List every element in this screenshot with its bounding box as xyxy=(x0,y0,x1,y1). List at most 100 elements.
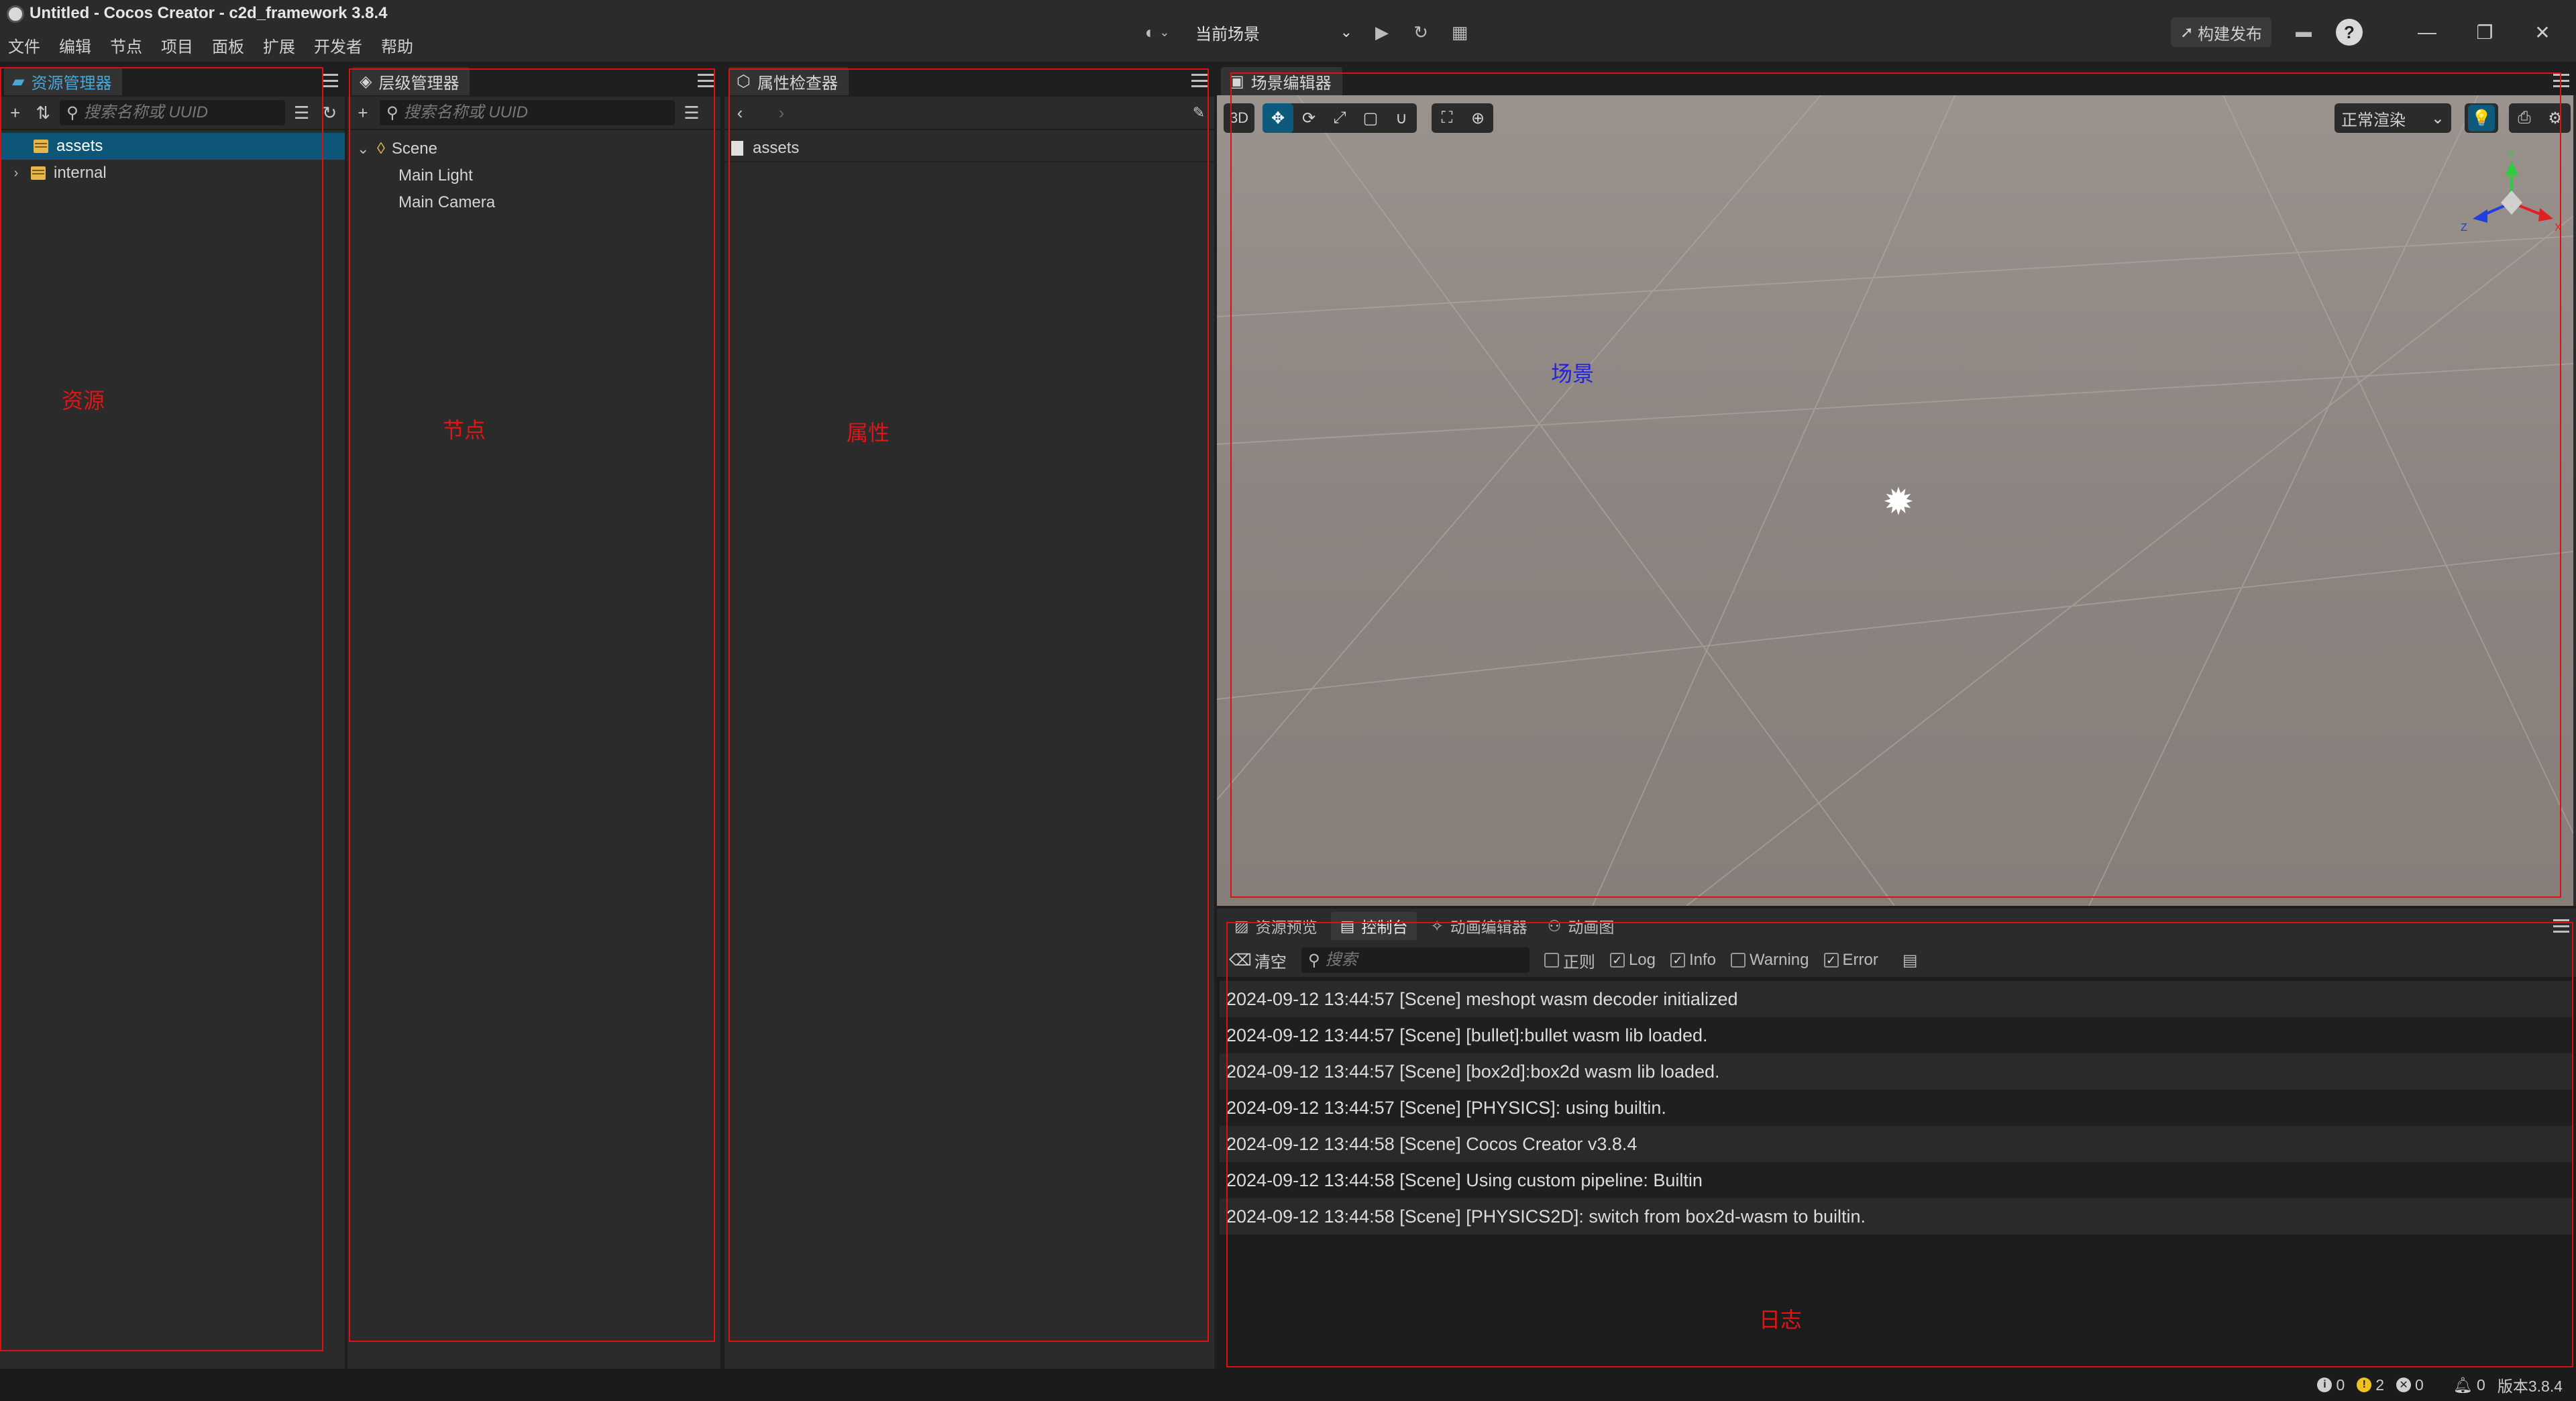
menu-file[interactable]: 文件 xyxy=(8,34,40,57)
status-version[interactable]: 版本3.8.4 xyxy=(2498,1373,2563,1396)
cube-icon: ⬡ xyxy=(737,72,751,91)
back-button[interactable]: ‹ xyxy=(729,101,751,125)
filter-warning[interactable]: Warning xyxy=(1731,951,1809,970)
menu-project[interactable]: 项目 xyxy=(161,34,193,57)
console-search-input[interactable] xyxy=(1325,951,1523,970)
tab-hierarchy[interactable]: ◈ 层级管理器 xyxy=(352,67,470,95)
rotate-tool[interactable]: ⟳ xyxy=(1293,103,1324,133)
graph-icon: ⚇ xyxy=(1547,917,1562,935)
panel-menu-icon[interactable] xyxy=(1190,71,1209,90)
menu-bar: 文件 编辑 节点 项目 面板 扩展 开发者 帮助 xyxy=(8,34,413,57)
status-version-label: 版本3.8.4 xyxy=(2497,1378,2563,1395)
coordinate-tool[interactable]: ⊕ xyxy=(1462,103,1493,133)
light-gizmo-icon[interactable]: ✹ xyxy=(1878,480,1919,523)
filter-error[interactable]: ✓ Error xyxy=(1823,951,1878,970)
window-title: Untitled - Cocos Creator - c2d_framework… xyxy=(30,4,388,22)
filter-button[interactable]: ☰ xyxy=(680,101,703,125)
menu-edit[interactable]: 编辑 xyxy=(59,34,91,57)
mode-3d-toggle[interactable]: 3D xyxy=(1224,103,1254,133)
animation-icon: ✧ xyxy=(1430,917,1444,935)
minimize-button[interactable]: — xyxy=(2407,16,2447,48)
close-button[interactable]: ✕ xyxy=(2522,16,2563,48)
tab-console[interactable]: ▤ 控制台 xyxy=(1330,912,1417,940)
panel-menu-icon[interactable] xyxy=(321,71,339,90)
refresh-assets-button[interactable]: ↻ xyxy=(318,101,341,125)
axis-gizmo[interactable]: Y X Z xyxy=(2458,149,2565,243)
scene-settings-button[interactable]: ⚙ xyxy=(2540,103,2571,133)
document-icon: ▤ xyxy=(1902,951,1918,970)
platform-select[interactable]: ◐ ⌄ xyxy=(1134,17,1181,47)
tab-animation-editor[interactable]: ✧ 动画编辑器 xyxy=(1424,912,1534,940)
scale-tool[interactable]: ⤢ xyxy=(1324,103,1355,133)
scene-icon: ◊ xyxy=(377,140,385,158)
chevron-down-icon[interactable]: ⌄ xyxy=(357,140,373,158)
forward-button[interactable]: › xyxy=(770,101,793,125)
filter-label: Info xyxy=(1688,951,1717,969)
asset-item-internal[interactable]: › internal xyxy=(0,160,345,187)
status-error[interactable]: ✕ 0 xyxy=(2396,1376,2424,1394)
menu-panel[interactable]: 面板 xyxy=(212,34,244,57)
pivot-tool[interactable]: ⛶ xyxy=(1432,103,1462,133)
chevron-right-icon: › xyxy=(778,102,785,123)
build-button[interactable]: ➚ 构建发布 xyxy=(2170,17,2271,47)
open-log-file-button[interactable]: ▤ xyxy=(1902,951,1918,970)
refresh-button[interactable]: ↻ xyxy=(1406,17,1436,47)
status-notifications[interactable]: 🔔︎ 0 xyxy=(2453,1376,2485,1394)
qrcode-button[interactable]: ▦ xyxy=(1445,17,1474,47)
render-mode-select[interactable]: 正常渲染 ⌄ xyxy=(2334,103,2451,133)
tab-animation-graph[interactable]: ⚇ 动画图 xyxy=(1541,912,1621,940)
open-folder-button[interactable]: ▬ xyxy=(2289,17,2318,47)
hierarchy-search-input[interactable] xyxy=(403,103,668,122)
restore-button[interactable]: ❐ xyxy=(2465,16,2505,48)
filter-info[interactable]: ✓ Info xyxy=(1670,951,1716,970)
clear-button[interactable]: ⌫ 清空 xyxy=(1229,949,1287,972)
refresh-icon: ↻ xyxy=(322,102,337,123)
tab-assets[interactable]: ▰ 资源管理器 xyxy=(4,67,123,95)
filter-log[interactable]: ✓ Log xyxy=(1609,951,1656,970)
filter-regex[interactable]: 正则 xyxy=(1544,949,1595,972)
help-button[interactable]: ? xyxy=(2336,19,2363,46)
panel-menu-icon[interactable] xyxy=(2552,71,2571,90)
console-log-line: 2024-09-12 13:44:57 [Scene] meshopt wasm… xyxy=(1220,981,2573,1017)
play-button[interactable]: ▶ xyxy=(1367,17,1397,47)
lighting-toggle[interactable]: 💡 xyxy=(2465,103,2498,133)
node-main-camera[interactable]: Main Camera xyxy=(347,189,720,216)
console-search[interactable]: ⚲ xyxy=(1301,947,1529,973)
pin-button[interactable]: ✎ xyxy=(1187,101,1210,125)
move-tool[interactable]: ✥ xyxy=(1263,103,1293,133)
folder-icon xyxy=(31,166,46,180)
tab-asset-preview[interactable]: ▨ 资源预览 xyxy=(1228,912,1324,940)
list-filter-icon: ☰ xyxy=(684,102,700,123)
panel-menu-icon[interactable] xyxy=(2552,917,2571,935)
sort-button[interactable]: ⇅ xyxy=(32,101,55,125)
node-scene[interactable]: ⌄ ◊ Scene xyxy=(347,136,720,162)
tab-inspector[interactable]: ⬡ 属性检查器 xyxy=(729,67,849,95)
qrcode-icon: ▦ xyxy=(1451,21,1468,42)
chevron-right-icon[interactable]: › xyxy=(9,166,23,181)
snap-tool[interactable]: ∪ xyxy=(1386,103,1417,133)
status-warning[interactable]: ! 2 xyxy=(2357,1376,2384,1394)
checkbox-checked-icon: ✓ xyxy=(1670,953,1685,968)
status-info[interactable]: i 0 xyxy=(2317,1376,2345,1394)
panel-menu-icon[interactable] xyxy=(696,71,715,90)
menu-extension[interactable]: 扩展 xyxy=(263,34,295,57)
camera-button[interactable]: ⎙ xyxy=(2509,103,2540,133)
rect-tool[interactable]: ▢ xyxy=(1355,103,1386,133)
hierarchy-search[interactable]: ⚲ xyxy=(380,100,675,125)
chevron-down-icon: ⌄ xyxy=(1159,25,1170,39)
menu-help[interactable]: 帮助 xyxy=(381,34,413,57)
menu-node[interactable]: 节点 xyxy=(110,34,142,57)
scene-select[interactable]: 当前场景 ⌄ xyxy=(1190,17,1358,47)
asset-item-assets[interactable]: assets xyxy=(0,133,345,160)
pivot-icon: ⛶ xyxy=(1441,109,1453,127)
menu-developer[interactable]: 开发者 xyxy=(314,34,362,57)
add-asset-button[interactable]: + xyxy=(4,101,27,125)
filter-button[interactable]: ☰ xyxy=(290,101,313,125)
tab-scene[interactable]: ▣ 场景编辑器 xyxy=(1221,67,1342,95)
assets-search[interactable]: ⚲ xyxy=(60,100,285,125)
annotation-hierarchy: 节点 xyxy=(443,418,486,442)
node-main-light[interactable]: Main Light xyxy=(347,162,720,189)
assets-search-input[interactable] xyxy=(83,103,278,122)
add-node-button[interactable]: + xyxy=(352,101,374,125)
scene-viewport[interactable]: 3D ✥ ⟳ ⤢ ▢ ∪ ⛶ ⊕ 正常渲染 ⌄ 💡 ⎙ ⚙ Y X Z ✹ 场景 xyxy=(1217,95,2573,906)
